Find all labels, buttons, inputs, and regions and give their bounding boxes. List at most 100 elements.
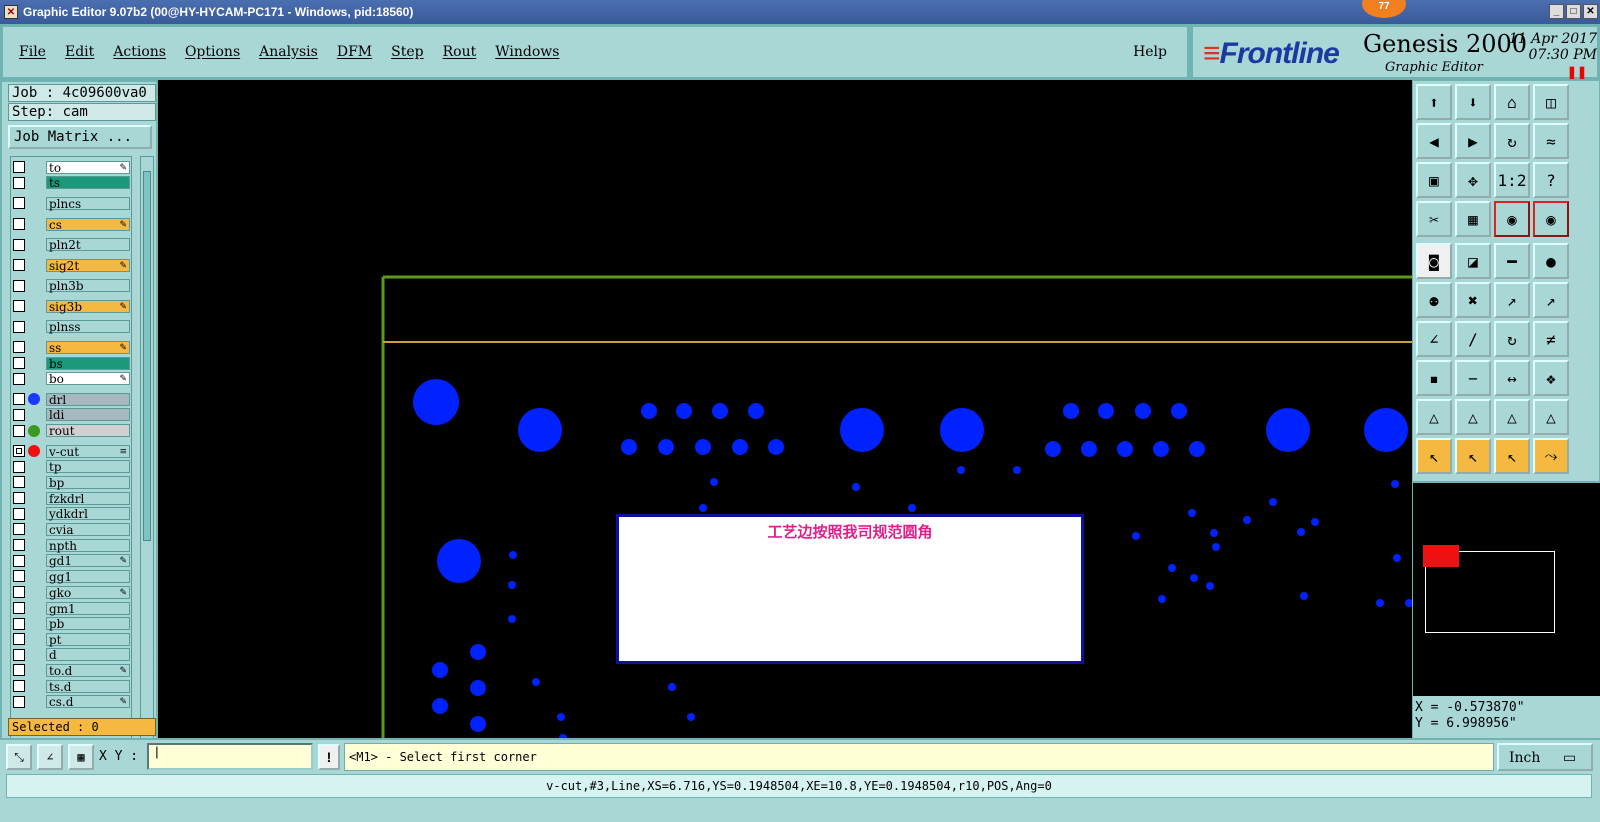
layer-row-gko[interactable]: gko ✎	[11, 585, 131, 599]
next-icon[interactable]: ▶	[1455, 123, 1491, 159]
layer-name[interactable]: npth	[46, 538, 130, 552]
layer-row-tp[interactable]: tp	[11, 460, 131, 474]
layer-row-bp[interactable]: bp	[11, 475, 131, 489]
layer-checkbox[interactable]	[13, 238, 25, 251]
layer-row-sig2t[interactable]: sig2t ✎	[11, 258, 131, 272]
layer-row-sig3b[interactable]: sig3b ✎	[11, 299, 131, 313]
arrow2-icon[interactable]: ↗	[1533, 282, 1569, 318]
layer-row-plncs[interactable]: plncs	[11, 196, 131, 210]
menu-windows[interactable]: Windows	[495, 44, 559, 60]
layer-row-bs[interactable]: bs	[11, 356, 131, 370]
layer-name[interactable]: bp	[46, 475, 130, 489]
layer-row-gm1[interactable]: gm1	[11, 601, 131, 615]
layer-checkbox[interactable]	[13, 218, 25, 230]
layer-checkbox[interactable]	[13, 586, 25, 598]
menu-file[interactable]: File	[19, 44, 46, 60]
layer-name[interactable]: cvia	[46, 522, 130, 536]
layer-checkbox[interactable]	[13, 570, 25, 582]
rotate-icon[interactable]: ↻	[1494, 321, 1530, 357]
tri-icon[interactable]: △	[1416, 399, 1452, 435]
select-icon[interactable]: ▪	[1416, 360, 1452, 396]
menu-actions[interactable]: Actions	[113, 44, 166, 60]
layer-checkbox[interactable]	[13, 300, 25, 312]
layer-row-ts[interactable]: ts	[11, 176, 131, 190]
layer-row-npth[interactable]: npth	[11, 538, 131, 552]
layer-row-v-cut[interactable]: v-cut ≡	[11, 444, 131, 458]
layer-checkbox[interactable]	[13, 197, 25, 209]
graphic-canvas[interactable]: 工艺边按照我司规范圆角	[158, 80, 1412, 738]
tri4-icon[interactable]: △	[1533, 399, 1569, 435]
pointer3-icon[interactable]: ↖	[1494, 438, 1530, 474]
prev-icon[interactable]: ◀	[1416, 123, 1452, 159]
snap-icon[interactable]: ≈	[1533, 123, 1569, 159]
scroll-thumb[interactable]	[143, 171, 151, 541]
pad-icon[interactable]: ◙	[1416, 243, 1452, 279]
minus-icon[interactable]: −	[1455, 360, 1491, 396]
layer-name[interactable]: pln3b	[46, 279, 130, 292]
angle-tool-icon[interactable]: ∠	[37, 744, 63, 770]
layer-name[interactable]: ldi	[46, 408, 130, 421]
layer-scrollbar[interactable]	[140, 156, 154, 744]
fit-icon[interactable]: ▣	[1416, 162, 1452, 198]
resize-icon[interactable]: ↔	[1494, 360, 1530, 396]
layer-name[interactable]: drl	[46, 392, 130, 406]
layer-checkbox[interactable]	[13, 176, 25, 189]
layer-checkbox[interactable]	[13, 372, 25, 385]
home-icon[interactable]: ⌂	[1494, 84, 1530, 120]
layer-checkbox[interactable]	[13, 695, 25, 708]
measure-icon[interactable]: ✂	[1416, 201, 1452, 237]
layer-row-pb[interactable]: pb	[11, 617, 131, 631]
layer-checkbox[interactable]	[13, 554, 25, 567]
open-icon[interactable]: ⬆	[1416, 84, 1452, 120]
layer-checkbox[interactable]	[13, 602, 25, 614]
layer-checkbox[interactable]	[13, 539, 25, 551]
layer-name[interactable]: ts	[46, 176, 130, 189]
layer-name[interactable]: pb	[46, 617, 130, 630]
layer-row-pln2t[interactable]: pln2t	[11, 238, 131, 252]
grid-icon[interactable]: ▦	[1455, 201, 1491, 237]
layer-name[interactable]: pt	[46, 632, 130, 646]
edit-icon[interactable]: ◪	[1455, 243, 1491, 279]
layer-icon[interactable]: ◉	[1494, 201, 1530, 237]
window-icon[interactable]: ◫	[1533, 84, 1569, 120]
help-icon[interactable]: ?	[1533, 162, 1569, 198]
layer-checkbox[interactable]	[13, 617, 25, 630]
layer-checkbox[interactable]	[13, 393, 25, 405]
pointer-icon[interactable]: ↖	[1416, 438, 1452, 474]
menu-dfm[interactable]: DFM	[337, 44, 372, 60]
alert-button[interactable]: !	[318, 744, 340, 770]
ratio-icon[interactable]: 1:2	[1494, 162, 1530, 198]
layer-name[interactable]: cs.d ✎	[46, 695, 130, 708]
layer-checkbox[interactable]	[13, 460, 25, 473]
layer-row-drl[interactable]: drl	[11, 392, 131, 406]
layer-name[interactable]: rout	[46, 424, 130, 437]
tri2-icon[interactable]: △	[1455, 399, 1491, 435]
layer-checkbox[interactable]	[13, 357, 25, 369]
layer-checkbox[interactable]	[13, 445, 25, 457]
zoom-box-icon[interactable]: ⤡	[6, 744, 32, 770]
job-matrix-button[interactable]: Job Matrix ...	[8, 125, 152, 149]
layer-name[interactable]: plnss	[46, 320, 130, 333]
layer-row-to.d[interactable]: to.d ✎	[11, 663, 131, 677]
menu-step[interactable]: Step	[391, 44, 423, 60]
menu-edit[interactable]: Edit	[65, 44, 94, 60]
layer-row-ydkdrl[interactable]: ydkdrl	[11, 507, 131, 521]
layer-name[interactable]: sig3b ✎	[46, 299, 130, 313]
grid-tool-icon[interactable]: ▦	[68, 744, 94, 770]
ruler-icon[interactable]: ━	[1494, 243, 1530, 279]
layer-name[interactable]: ydkdrl	[46, 507, 130, 520]
layer-row-ts.d[interactable]: ts.d	[11, 679, 131, 693]
layer-name[interactable]: ts.d	[46, 679, 130, 693]
layer-checkbox[interactable]	[13, 664, 25, 676]
angle-icon[interactable]: ∠	[1416, 321, 1452, 357]
pointer2-icon[interactable]: ↖	[1455, 438, 1491, 474]
layer-row-ss[interactable]: ss ✎	[11, 340, 131, 354]
pause-icon[interactable]: ❚❚	[1567, 65, 1587, 79]
layer-row-bo[interactable]: bo ✎	[11, 372, 131, 386]
layer-name[interactable]: bs	[46, 356, 130, 370]
xy-input[interactable]: |	[147, 743, 313, 770]
layer-row-to[interactable]: to ✎	[11, 160, 131, 174]
menu-options[interactable]: Options	[185, 44, 240, 60]
maximize-icon[interactable]: □	[1566, 4, 1581, 19]
layer-row-pt[interactable]: pt	[11, 632, 131, 646]
